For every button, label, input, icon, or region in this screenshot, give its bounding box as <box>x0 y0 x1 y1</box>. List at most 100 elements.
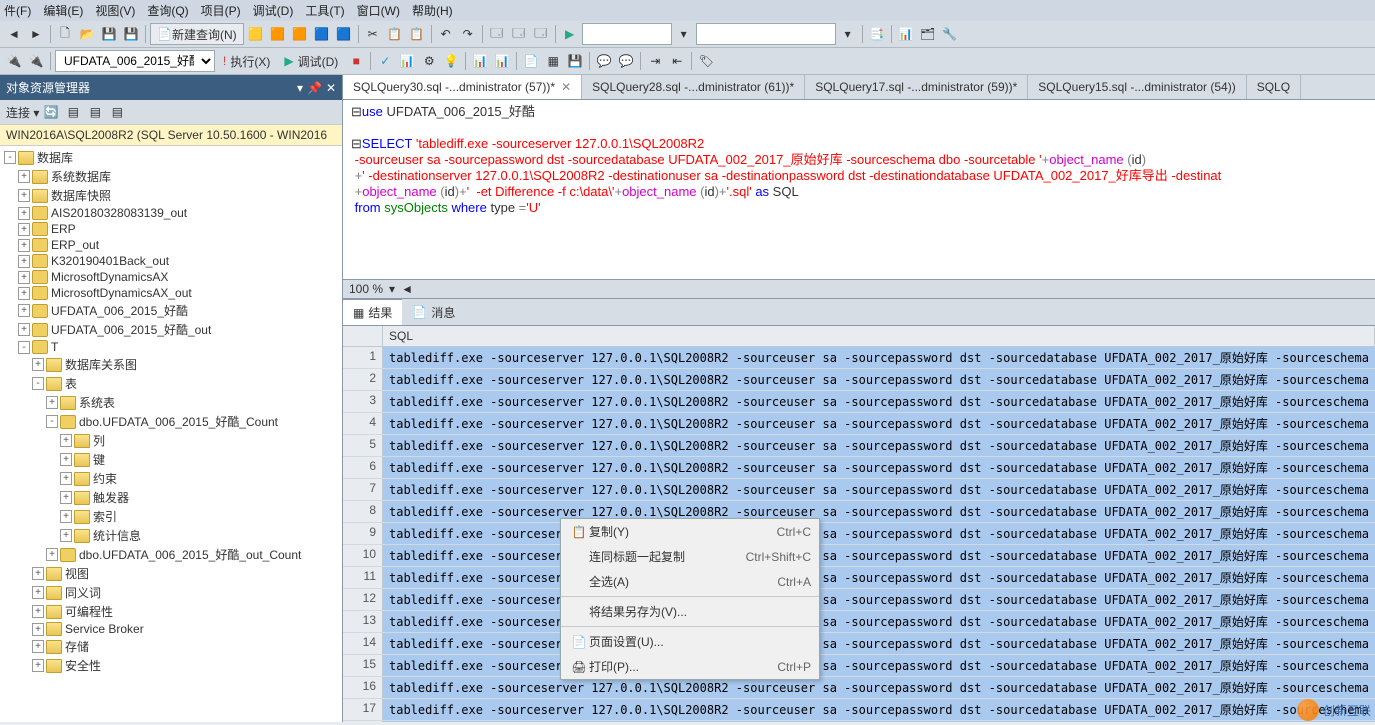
table-row[interactable]: 10tablediff.exe -sourceserver 127.0.0.1\… <box>343 545 1375 567</box>
expand-toggle[interactable]: + <box>18 255 30 268</box>
editor-tab[interactable]: SQLQuery17.sql -...dministrator (59))* <box>805 75 1028 99</box>
tree-node[interactable]: +AIS20180328083139_out <box>0 205 342 221</box>
connect-button[interactable]: 连接 ▾ <box>6 104 39 121</box>
debug-button[interactable]: ▶调试(D) <box>278 50 344 72</box>
context-menu[interactable]: 📋复制(Y)Ctrl+C连同标题一起复制Ctrl+Shift+C全选(A)Ctr… <box>560 518 820 680</box>
expand-toggle[interactable]: + <box>18 304 30 317</box>
cell-sql[interactable]: tablediff.exe -sourceserver 127.0.0.1\SQ… <box>383 589 1375 610</box>
expand-toggle[interactable]: + <box>32 623 44 636</box>
expand-toggle[interactable]: + <box>18 223 30 236</box>
oe-activity-icon[interactable]: ▤ <box>107 102 127 122</box>
expand-toggle[interactable]: + <box>18 207 30 220</box>
oe-stop-icon[interactable]: ▤ <box>85 102 105 122</box>
expand-toggle[interactable]: + <box>32 659 44 672</box>
table-row[interactable]: 1tablediff.exe -sourceserver 127.0.0.1\S… <box>343 347 1375 369</box>
tree-node[interactable]: +触发器 <box>0 488 342 507</box>
results-grid-icon[interactable]: ▦ <box>543 51 563 71</box>
new-project-icon[interactable]: 🗋 <box>55 24 75 44</box>
table-row[interactable]: 5tablediff.exe -sourceserver 127.0.0.1\S… <box>343 435 1375 457</box>
comment-icon[interactable]: 💬 <box>594 51 614 71</box>
ctx-打印(P)...[interactable]: 🖨打印(P)...Ctrl+P <box>561 654 819 679</box>
template-icon[interactable]: 🗂 <box>918 24 938 44</box>
properties-icon[interactable]: 🗔 <box>509 24 529 44</box>
tree-node[interactable]: +MicrosoftDynamicsAX <box>0 269 342 285</box>
tree[interactable]: -数据库+系统数据库+数据库快照+AIS20180328083139_out+E… <box>0 146 342 722</box>
editor-tab[interactable]: SQLQuery28.sql -...dministrator (61))* <box>582 75 805 99</box>
expand-toggle[interactable]: + <box>18 170 30 183</box>
expand-toggle[interactable]: + <box>18 271 30 284</box>
results-tabs[interactable]: ▦ 结果 📄 消息 <box>343 299 1375 326</box>
indent-icon[interactable]: ⇥ <box>645 51 665 71</box>
tree-node[interactable]: -T <box>0 339 342 355</box>
table-row[interactable]: 14tablediff.exe -sourceserver 127.0.0.1\… <box>343 633 1375 655</box>
redo-icon[interactable]: ↷ <box>458 24 478 44</box>
expand-toggle[interactable]: + <box>60 491 72 504</box>
paste-icon[interactable]: 📋 <box>407 24 427 44</box>
analysis-icon[interactable]: 🟧 <box>268 24 288 44</box>
expand-toggle[interactable]: + <box>32 358 44 371</box>
table-row[interactable]: 11tablediff.exe -sourceserver 127.0.0.1\… <box>343 567 1375 589</box>
tree-node[interactable]: +MicrosoftDynamicsAX_out <box>0 285 342 301</box>
parse-icon[interactable]: ✓ <box>375 51 395 71</box>
tree-node[interactable]: +安全性 <box>0 656 342 675</box>
tools-icon[interactable]: 🔧 <box>940 24 960 44</box>
include-plan-icon[interactable]: 📊 <box>470 51 490 71</box>
registered-servers-icon[interactable]: 📑 <box>867 24 887 44</box>
expand-toggle[interactable]: - <box>18 341 30 354</box>
execute-button[interactable]: !执行(X) <box>217 50 276 72</box>
table-row[interactable]: 3tablediff.exe -sourceserver 127.0.0.1\S… <box>343 391 1375 413</box>
cell-sql[interactable]: tablediff.exe -sourceserver 127.0.0.1\SQ… <box>383 655 1375 676</box>
estimated-plan-icon[interactable]: 📊 <box>397 51 417 71</box>
expand-toggle[interactable]: + <box>32 640 44 653</box>
tree-node[interactable]: +ERP <box>0 221 342 237</box>
table-row[interactable]: 4tablediff.exe -sourceserver 127.0.0.1\S… <box>343 413 1375 435</box>
outdent-icon[interactable]: ⇤ <box>667 51 687 71</box>
cell-sql[interactable]: tablediff.exe -sourceserver 127.0.0.1\SQ… <box>383 413 1375 434</box>
database-select[interactable]: UFDATA_006_2015_好酷 <box>55 50 215 72</box>
ctx-将结果另存为(V)...[interactable]: 将结果另存为(V)... <box>561 599 819 624</box>
menu-件(F)[interactable]: 件(F) <box>4 2 31 19</box>
chevron-left-icon[interactable]: ◄ <box>401 282 413 296</box>
tree-node[interactable]: +视图 <box>0 564 342 583</box>
uncomment-icon[interactable]: 💬 <box>616 51 636 71</box>
expand-toggle[interactable]: - <box>4 151 16 164</box>
menu-bar[interactable]: 件(F)编辑(E)视图(V)查询(Q)项目(P)调试(D)工具(T)窗口(W)帮… <box>0 0 1375 21</box>
stop-icon[interactable]: ■ <box>346 51 366 71</box>
tree-node[interactable]: +系统数据库 <box>0 167 342 186</box>
table-row[interactable]: 8tablediff.exe -sourceserver 127.0.0.1\S… <box>343 501 1375 523</box>
tree-node[interactable]: +存储 <box>0 637 342 656</box>
tree-node[interactable]: +系统表 <box>0 393 342 412</box>
menu-帮助(H)[interactable]: 帮助(H) <box>412 2 453 19</box>
toolbox-icon[interactable]: 🗔 <box>531 24 551 44</box>
cell-sql[interactable]: tablediff.exe -sourceserver 127.0.0.1\SQ… <box>383 391 1375 412</box>
menu-查询(Q)[interactable]: 查询(Q) <box>147 2 188 19</box>
db-engine-icon[interactable]: 🟨 <box>246 24 266 44</box>
tree-node[interactable]: +约束 <box>0 469 342 488</box>
query-options-icon[interactable]: ⚙ <box>419 51 439 71</box>
results-grid[interactable]: SQL 1tablediff.exe -sourceserver 127.0.0… <box>343 326 1375 722</box>
cell-sql[interactable]: tablediff.exe -sourceserver 127.0.0.1\SQ… <box>383 347 1375 368</box>
connect-icon[interactable]: 🔌 <box>4 51 24 71</box>
table-row[interactable]: 16tablediff.exe -sourceserver 127.0.0.1\… <box>343 677 1375 699</box>
table-row[interactable]: 2tablediff.exe -sourceserver 127.0.0.1\S… <box>343 369 1375 391</box>
menu-视图(V)[interactable]: 视图(V) <box>95 2 135 19</box>
pushpin-icon[interactable]: 📌 <box>307 81 322 95</box>
close-tab-icon[interactable]: ✕ <box>561 80 571 94</box>
ctx-连同标题一起复制[interactable]: 连同标题一起复制Ctrl+Shift+C <box>561 544 819 569</box>
editor-tab[interactable]: SQLQuery15.sql -...dministrator (54)) <box>1028 75 1246 99</box>
editor-tabs[interactable]: SQLQuery30.sql -...dministrator (57))*✕S… <box>343 75 1375 100</box>
intellisense-icon[interactable]: 💡 <box>441 51 461 71</box>
tree-node[interactable]: +UFDATA_006_2015_好酷 <box>0 301 342 320</box>
tree-node[interactable]: +K320190401Back_out <box>0 253 342 269</box>
expand-toggle[interactable]: + <box>60 510 72 523</box>
table-row[interactable]: 13tablediff.exe -sourceserver 127.0.0.1\… <box>343 611 1375 633</box>
expand-toggle[interactable]: + <box>18 239 30 252</box>
table-row[interactable]: 15tablediff.exe -sourceserver 127.0.0.1\… <box>343 655 1375 677</box>
expand-toggle[interactable]: + <box>60 529 72 542</box>
editor-tab[interactable]: SQLQuery30.sql -...dministrator (57))*✕ <box>343 75 582 99</box>
expand-toggle[interactable]: - <box>32 377 44 390</box>
table-row[interactable]: 9tablediff.exe -sourceserver 127.0.0.1\S… <box>343 523 1375 545</box>
tree-node[interactable]: +列 <box>0 431 342 450</box>
tree-node[interactable]: -数据库 <box>0 148 342 167</box>
client-stats-icon[interactable]: 📊 <box>492 51 512 71</box>
